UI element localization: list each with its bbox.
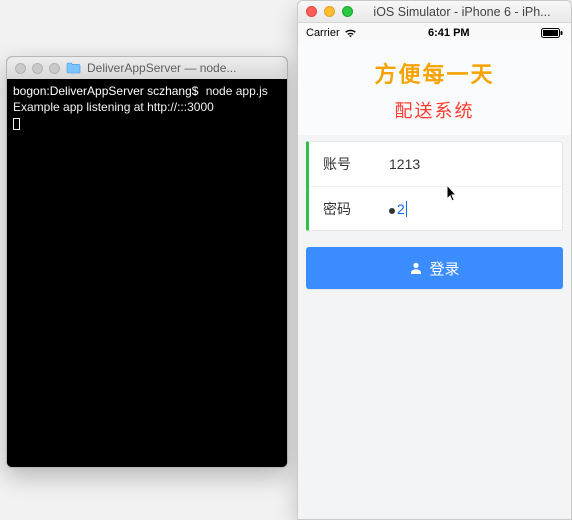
carrier-label: Carrier: [306, 27, 340, 39]
terminal-window: DeliverAppServer — node... bogon:Deliver…: [6, 56, 288, 468]
text-caret: [406, 201, 407, 217]
app-title-secondary: 配送系统: [298, 97, 571, 123]
battery-icon: [541, 28, 563, 38]
login-button[interactable]: 登录: [306, 247, 563, 289]
account-row[interactable]: 账号 1213: [309, 142, 562, 186]
terminal-traffic-lights: [15, 63, 60, 74]
simulator-window: iOS Simulator - iPhone 6 - iPh... Carrie…: [297, 0, 572, 520]
zoom-icon[interactable]: [342, 6, 353, 17]
ios-status-bar: Carrier 6:41 PM: [298, 23, 571, 43]
terminal-command: node app.js: [206, 84, 268, 98]
person-icon: [409, 261, 423, 275]
simulator-traffic-lights: [306, 6, 353, 17]
login-form: 账号 1213 密码 2: [306, 141, 563, 231]
wifi-icon: [344, 28, 357, 38]
close-icon[interactable]: [306, 6, 317, 17]
password-mask: [389, 201, 397, 217]
simulator-titlebar[interactable]: iOS Simulator - iPhone 6 - iPh...: [298, 1, 571, 23]
simulator-title: iOS Simulator - iPhone 6 - iPh...: [361, 5, 563, 19]
terminal-output: Example app listening at http://:::3000: [13, 100, 214, 114]
minimize-dot[interactable]: [32, 63, 43, 74]
minimize-icon[interactable]: [324, 6, 335, 17]
account-label: 账号: [323, 154, 371, 174]
password-label: 密码: [323, 199, 371, 219]
folder-icon: [66, 62, 81, 74]
app-title-primary: 方便每一天: [298, 57, 571, 89]
close-dot[interactable]: [15, 63, 26, 74]
app-header: 方便每一天 配送系统: [298, 43, 571, 135]
account-field[interactable]: 1213: [371, 156, 552, 172]
zoom-dot[interactable]: [49, 63, 60, 74]
password-field[interactable]: 2: [371, 201, 552, 217]
status-time: 6:41 PM: [428, 27, 470, 39]
terminal-titlebar[interactable]: DeliverAppServer — node...: [7, 57, 287, 79]
terminal-body[interactable]: bogon:DeliverAppServer sczhang$ node app…: [7, 79, 287, 467]
terminal-prompt: bogon:DeliverAppServer sczhang$: [13, 84, 198, 98]
account-value: 1213: [389, 156, 420, 172]
password-row[interactable]: 密码 2: [309, 186, 562, 230]
login-label: 登录: [429, 258, 459, 279]
app-root: 方便每一天 配送系统 账号 1213 密码 2 登录: [298, 43, 571, 519]
terminal-title: DeliverAppServer — node...: [87, 61, 279, 75]
terminal-cursor: [13, 118, 20, 130]
password-visible-tail: 2: [397, 201, 405, 217]
